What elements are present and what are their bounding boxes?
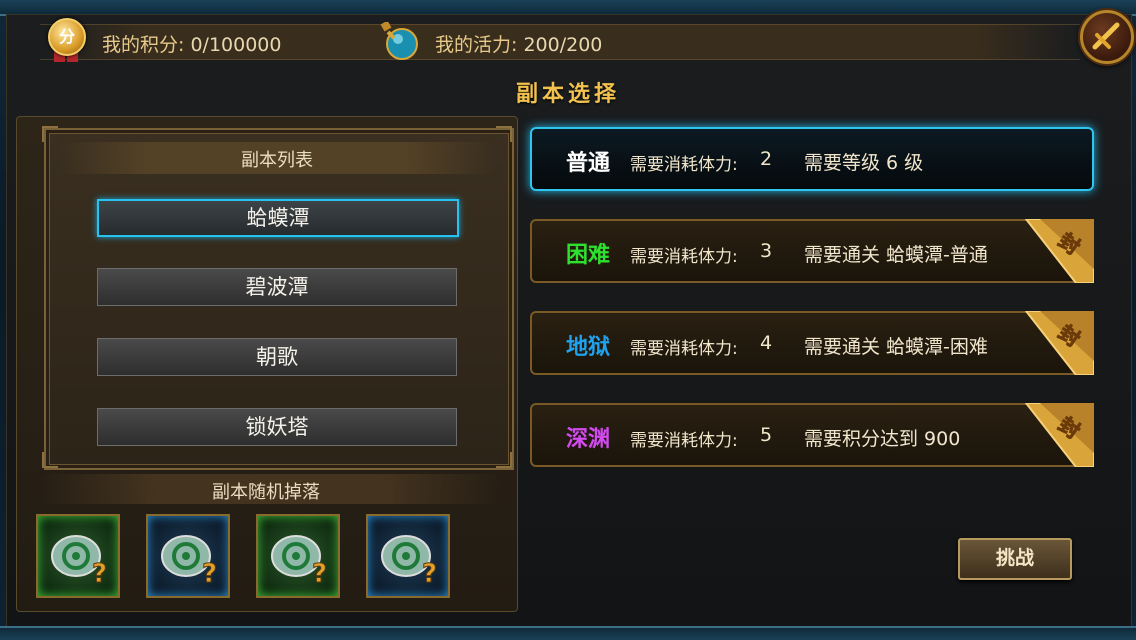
- difficulty-name: 地狱: [566, 335, 611, 360]
- points-value: 0/100000: [190, 34, 282, 56]
- mystery-gem-icon: ?: [161, 535, 218, 588]
- sealed-lock-icon: 封: [1024, 403, 1094, 467]
- close-icon: [1092, 22, 1120, 50]
- page-title: 副本选择: [515, 82, 620, 107]
- frame-bottom-border: [0, 626, 1136, 640]
- difficulty-row-hell[interactable]: 地狱 需要消耗体力: 4 需要通关 蛤蟆潭-困难 封: [530, 311, 1094, 375]
- energy-label: 我的活力:: [435, 34, 518, 56]
- points-label: 我的积分:: [102, 34, 185, 56]
- dungeon-list-title: 副本列表: [241, 150, 313, 171]
- corner-ornament: [496, 452, 512, 468]
- sealed-lock-icon: 封: [1024, 219, 1094, 283]
- svg-text:?: ?: [422, 559, 437, 588]
- drop-slot[interactable]: ?: [36, 514, 120, 598]
- energy-cost-label: 需要消耗体力:: [630, 339, 738, 359]
- requirement-text: 需要积分达到 900: [804, 428, 961, 450]
- dungeon-item[interactable]: 锁妖塔: [97, 408, 457, 446]
- corner-ornament: [42, 452, 58, 468]
- svg-text:?: ?: [92, 559, 107, 588]
- challenge-button[interactable]: 挑战: [958, 538, 1072, 580]
- dungeon-item[interactable]: 碧波潭: [97, 268, 457, 306]
- drop-slot[interactable]: ?: [146, 514, 230, 598]
- requirement-text: 需要通关 蛤蟆潭-普通: [804, 244, 988, 266]
- drop-title: 副本随机掉落: [212, 482, 320, 503]
- energy-potion-icon: [380, 22, 418, 60]
- svg-text:?: ?: [202, 559, 217, 588]
- difficulty-row-hard[interactable]: 困难 需要消耗体力: 3 需要通关 蛤蟆潭-普通 封: [530, 219, 1094, 283]
- dungeon-item[interactable]: 蛤蟆潭: [97, 199, 459, 237]
- corner-ornament: [42, 126, 58, 142]
- close-button[interactable]: [1080, 10, 1134, 64]
- sealed-lock-icon: 封: [1024, 311, 1094, 375]
- energy-value: 200/200: [523, 34, 603, 56]
- difficulty-name: 深渊: [566, 427, 611, 452]
- requirement-text: 需要通关 蛤蟆潭-困难: [804, 336, 988, 358]
- corner-ornament: [496, 126, 512, 142]
- difficulty-name: 普通: [566, 151, 611, 176]
- svg-text:?: ?: [312, 559, 327, 588]
- mystery-gem-icon: ?: [271, 535, 328, 588]
- drop-slot[interactable]: ?: [256, 514, 340, 598]
- energy-cost-label: 需要消耗体力:: [630, 155, 738, 175]
- energy-cost-value: 5: [760, 424, 773, 446]
- energy-stat: 我的活力: 200/200: [435, 30, 602, 57]
- difficulty-name: 困难: [566, 243, 611, 268]
- energy-cost-label: 需要消耗体力:: [630, 431, 738, 451]
- drop-slot[interactable]: ?: [366, 514, 450, 598]
- difficulty-row-abyss[interactable]: 深渊 需要消耗体力: 5 需要积分达到 900 封: [530, 403, 1094, 467]
- mystery-gem-icon: ?: [381, 535, 438, 588]
- difficulty-row-normal[interactable]: 普通 需要消耗体力: 2 需要等级 6 级: [530, 127, 1094, 191]
- energy-cost-value: 4: [760, 332, 773, 354]
- energy-cost-value: 2: [760, 148, 773, 170]
- energy-cost-value: 3: [760, 240, 773, 262]
- points-stat: 我的积分: 0/100000: [102, 30, 281, 57]
- dungeon-item[interactable]: 朝歌: [97, 338, 457, 376]
- points-medal-icon: 分: [48, 18, 86, 56]
- mystery-gem-icon: ?: [51, 535, 108, 588]
- energy-cost-label: 需要消耗体力:: [630, 247, 738, 267]
- requirement-text: 需要等级 6 级: [804, 152, 924, 174]
